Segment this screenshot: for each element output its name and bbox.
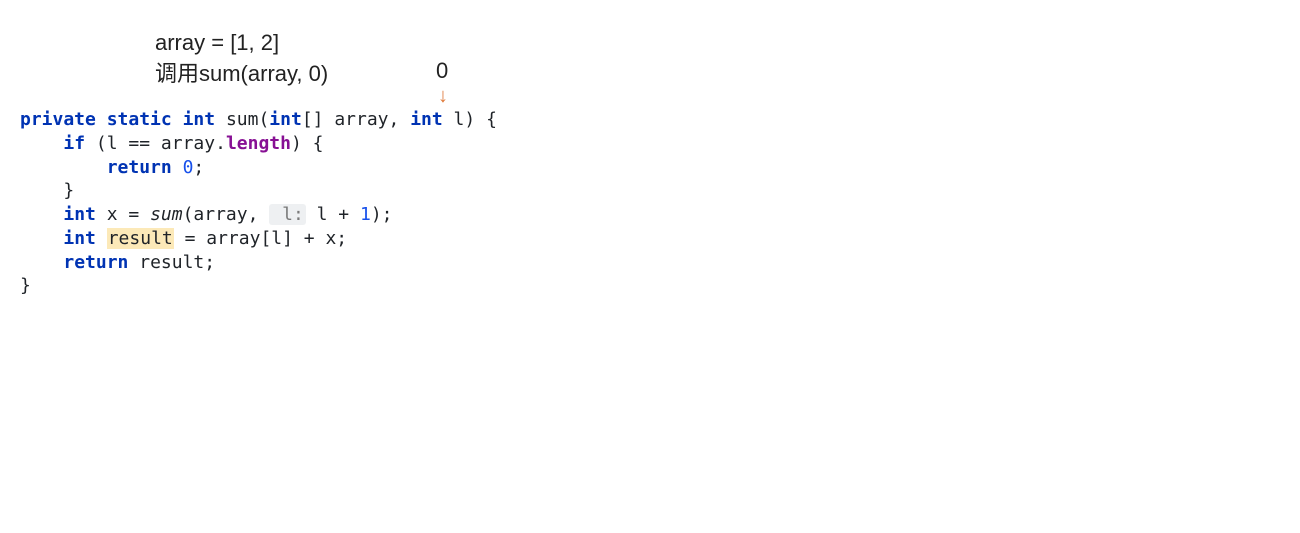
- highlighted-result: result: [107, 228, 174, 249]
- call-close: );: [371, 204, 393, 225]
- indent-guide: [20, 133, 63, 154]
- literal-zero: 0: [172, 157, 194, 178]
- keyword-static: static: [107, 109, 172, 130]
- keyword-if: if: [63, 133, 85, 154]
- function-call-sum: sum: [150, 204, 183, 225]
- annotation-line-1: array = [1, 2]: [155, 28, 328, 59]
- semicolon: ;: [193, 157, 204, 178]
- keyword-int-result: int: [63, 228, 96, 249]
- assign-result: = array[l] + x;: [174, 228, 347, 249]
- paren-open: (: [258, 109, 269, 130]
- keyword-return-2: return: [63, 252, 128, 273]
- condition-close: ) {: [291, 133, 324, 154]
- code-block: private static int sum(int[] array, int …: [20, 108, 497, 298]
- keyword-int-return: int: [183, 109, 216, 130]
- indent-guide: [20, 204, 63, 225]
- function-name-decl: sum: [226, 109, 259, 130]
- parameter-hint-l: l:: [269, 204, 306, 225]
- indent-guide: [20, 252, 63, 273]
- brace-close-fn: }: [20, 275, 31, 296]
- keyword-int-l: int: [410, 109, 443, 130]
- annotation-zero-label: 0: [436, 58, 448, 84]
- literal-one: 1: [360, 204, 371, 225]
- keyword-int-array: int: [269, 109, 302, 130]
- call-open: (array,: [183, 204, 270, 225]
- param-l-close: l) {: [443, 109, 497, 130]
- assign-x: x =: [96, 204, 150, 225]
- indent-guide: [20, 180, 63, 201]
- space: [96, 228, 107, 249]
- condition-open: (l == array.: [85, 133, 226, 154]
- keyword-int-x: int: [63, 204, 96, 225]
- indent-guide: [20, 228, 63, 249]
- brace-close-if: }: [63, 180, 74, 201]
- indent-guide: [20, 157, 107, 178]
- property-length: length: [226, 133, 291, 154]
- annotation-block: array = [1, 2] 调用sum(array, 0): [155, 28, 328, 90]
- return-expr: result;: [128, 252, 215, 273]
- annotation-line-2: 调用sum(array, 0): [155, 59, 328, 90]
- array-brackets: []: [302, 109, 324, 130]
- down-arrow-icon: ↓: [438, 86, 448, 106]
- expr-l: l +: [306, 204, 360, 225]
- keyword-return-1: return: [107, 157, 172, 178]
- param-array: array,: [324, 109, 411, 130]
- keyword-private: private: [20, 109, 96, 130]
